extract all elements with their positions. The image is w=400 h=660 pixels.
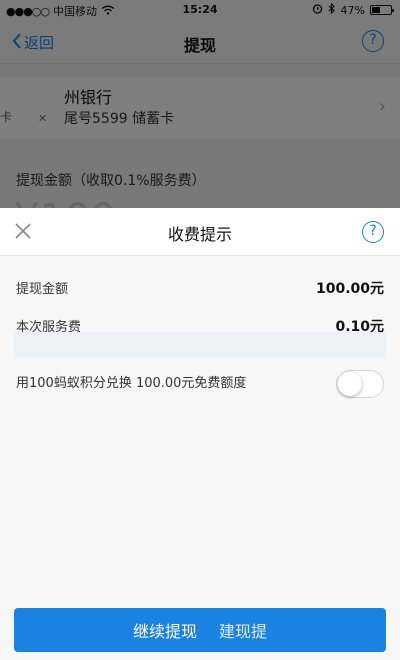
withdraw-amount-label: 提现金额	[16, 282, 69, 297]
sheet-help-button[interactable]: ?	[362, 221, 384, 243]
ghost-button-text: 建现提	[219, 622, 268, 641]
points-exchange-row: 用100蚂蚁积分兑换 100.00元免费额度	[0, 364, 400, 398]
withdraw-amount-row: 提现金额 100.00元	[0, 270, 400, 304]
continue-withdraw-button[interactable]: 继续提现 建现提	[14, 608, 386, 652]
continue-withdraw-label: 继续提现	[132, 622, 197, 641]
withdraw-amount-value: 100.00元	[315, 281, 384, 297]
sheet-header: 收费提示 ?	[0, 208, 400, 256]
points-exchange-toggle[interactable]	[336, 370, 384, 398]
fee-notice-sheet: 收费提示 ? 提现金额 100.00元 本次服务费 0.10元 用100蚂蚁积分…	[0, 208, 400, 660]
points-exchange-label: 用100蚂蚁积分兑换 100.00元免费额度	[16, 376, 247, 391]
highlight-strip	[14, 332, 386, 358]
sheet-title: 收费提示	[167, 225, 232, 244]
toggle-knob	[338, 372, 362, 396]
